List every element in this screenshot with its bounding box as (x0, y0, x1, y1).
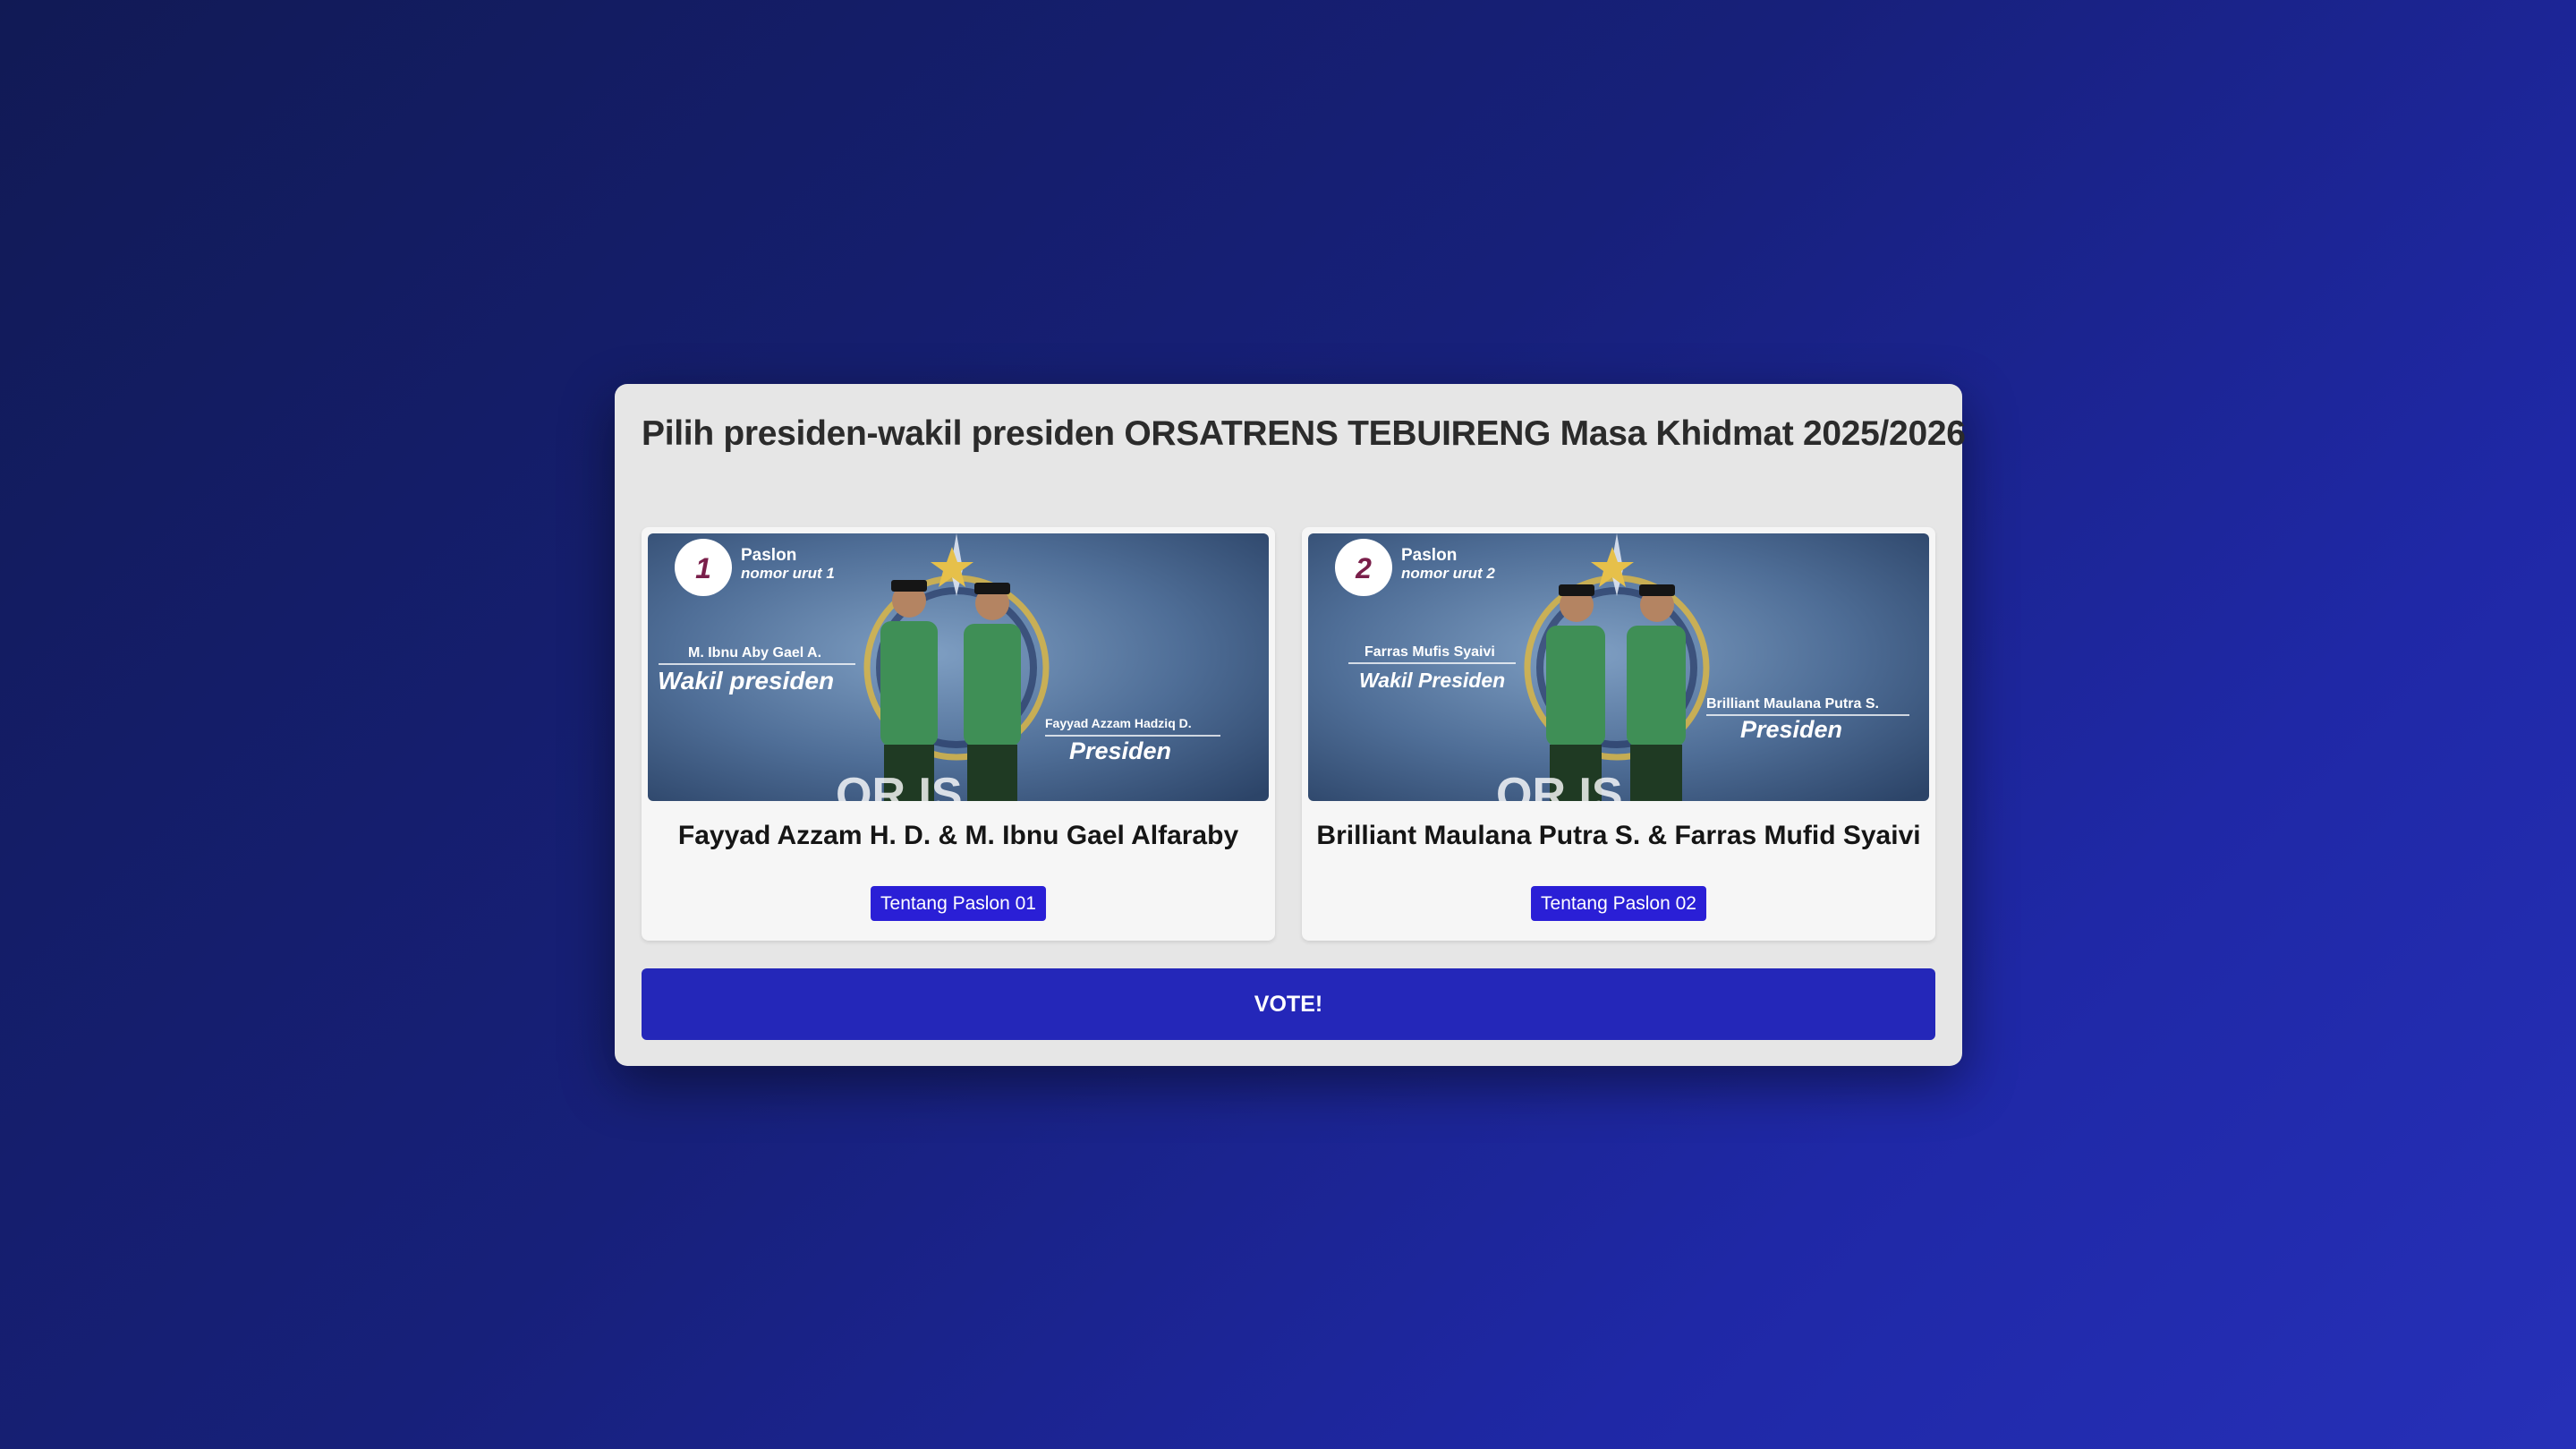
poster-wakil-role-1: Wakil presiden (658, 667, 834, 695)
candidate-name-1: Fayyad Azzam H. D. & M. Ibnu Gael Alfara… (677, 821, 1239, 850)
poster-paslon-2: Paslon (1401, 546, 1457, 565)
poster-presiden-role-1: Presiden (1069, 737, 1171, 764)
candidate-card-2[interactable]: 2 Paslon nomor urut 2 Farras Mufis Syaiv… (1302, 527, 1935, 941)
poster-nomor-urut-2: nomor urut 2 (1401, 565, 1495, 582)
candidate-poster-2: 2 Paslon nomor urut 2 Farras Mufis Syaiv… (1308, 533, 1929, 801)
vote-button[interactable]: VOTE! (642, 968, 1935, 1040)
candidate-card-1[interactable]: 1 Paslon nomor urut 1 M. Ibnu Aby Gael A… (642, 527, 1275, 941)
page-title: Pilih presiden-wakil presiden ORSATRENS … (642, 414, 1966, 453)
poster-wakil-role-2: Wakil Presiden (1359, 669, 1505, 692)
poster-wakil-name-2: Farras Mufis Syaivi (1365, 644, 1495, 660)
poster-number-1: 1 (695, 552, 711, 584)
about-paslon-1-button[interactable]: Tentang Paslon 01 (871, 886, 1046, 921)
poster-presiden-name-2: Brilliant Maulana Putra S. (1706, 696, 1879, 712)
candidate-name-2: Brilliant Maulana Putra S. & Farras Mufi… (1316, 821, 1921, 850)
poster-wakil-name-1: M. Ibnu Aby Gael A. (688, 645, 821, 661)
about-paslon-2-button[interactable]: Tentang Paslon 02 (1531, 886, 1706, 921)
poster-presiden-name-1: Fayyad Azzam Hadziq D. (1045, 716, 1192, 730)
poster-paslon-1: Paslon (741, 546, 796, 565)
vote-modal: Pilih presiden-wakil presiden ORSATRENS … (615, 384, 1966, 1066)
poster-nomor-urut-1: nomor urut 1 (741, 565, 835, 582)
poster-logo-text-2: OR IS (1496, 769, 1623, 801)
poster-logo-text-1: OR IS (836, 769, 963, 801)
poster-number-2: 2 (1355, 552, 1372, 584)
candidate-list: 1 Paslon nomor urut 1 M. Ibnu Aby Gael A… (642, 527, 1935, 941)
candidate-poster-1: 1 Paslon nomor urut 1 M. Ibnu Aby Gael A… (648, 533, 1269, 801)
poster-presiden-role-2: Presiden (1740, 716, 1842, 743)
